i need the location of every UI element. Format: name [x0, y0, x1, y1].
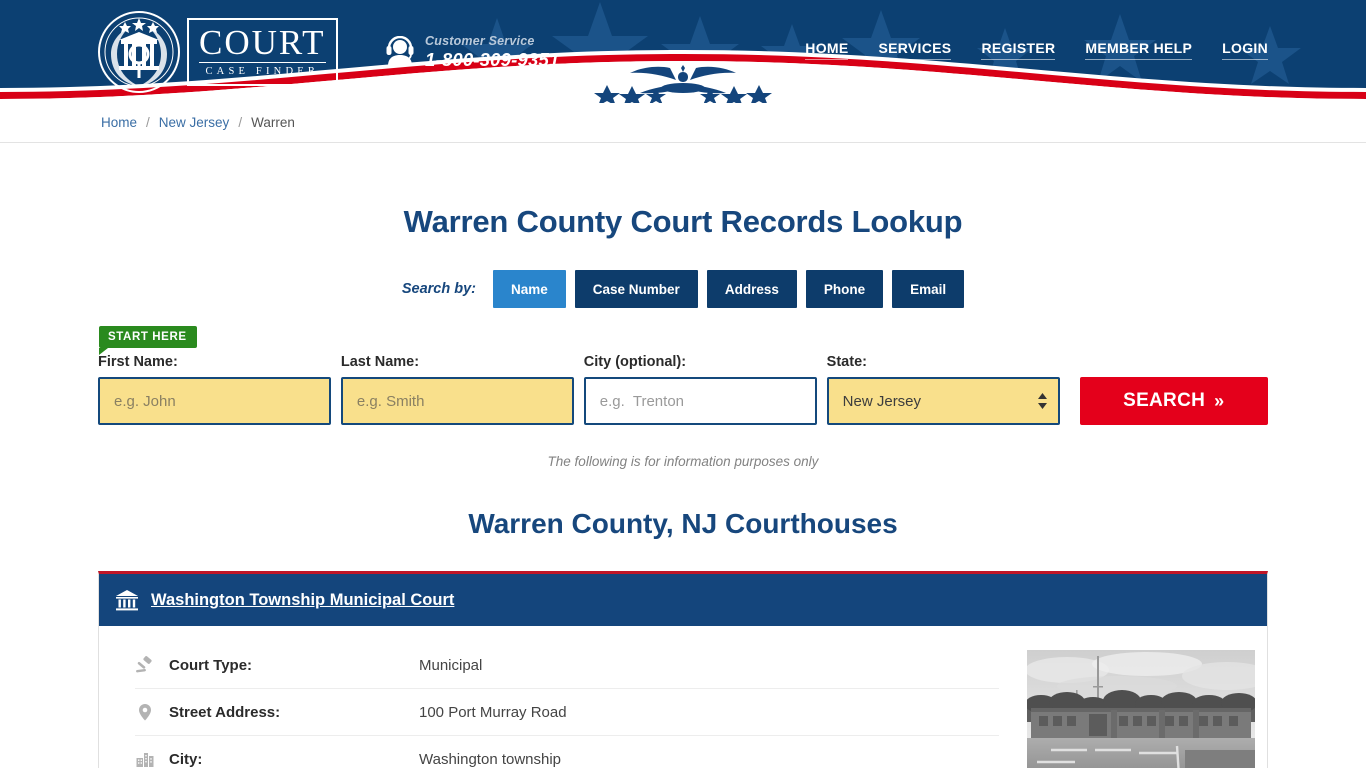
search-form: START HERE First Name: Last Name: City (… — [98, 308, 1268, 425]
customer-service-block[interactable]: Customer Service 1-800-309-9351 — [385, 34, 559, 71]
site-logo[interactable]: COURT CASE FINDER — [97, 10, 347, 94]
detail-row-street-address: Street Address: 100 Port Murray Road — [135, 689, 999, 736]
map-marker-icon — [135, 702, 169, 722]
main-navigation: HOME SERVICES REGISTER MEMBER HELP LOGIN — [805, 40, 1268, 60]
court-name-link[interactable]: Washington Township Municipal Court — [151, 591, 454, 610]
info-note: The following is for information purpose… — [547, 454, 819, 469]
detail-label-city: City: — [169, 750, 203, 768]
city-buildings-icon — [135, 749, 169, 768]
detail-value-court-type: Municipal — [419, 656, 483, 674]
search-by-tabs: Search by: Name Case Number Address Phon… — [0, 270, 1366, 308]
tab-case-number[interactable]: Case Number — [574, 270, 698, 308]
state-field-group: State: New Jersey — [826, 354, 1060, 425]
chevron-double-right-icon: » — [1214, 390, 1225, 411]
nav-login[interactable]: LOGIN — [1222, 40, 1268, 60]
search-button-label: SEARCH — [1123, 390, 1206, 411]
court-detail-list: Court Type: Municipal Street Address: 10… — [99, 642, 999, 768]
logo-wordmark: COURT CASE FINDER — [187, 18, 338, 86]
breadcrumb-item-home[interactable]: Home — [101, 115, 137, 130]
detail-row-city: City: Washington township — [135, 736, 999, 768]
breadcrumb: Home / New Jersey / Warren — [0, 103, 1366, 143]
search-fields-row: First Name: Last Name: City (optional): … — [98, 354, 1268, 425]
courthouse-photo — [1027, 650, 1255, 768]
search-by-label: Search by: — [401, 281, 476, 297]
logo-word-court: COURT — [199, 23, 326, 64]
state-select[interactable]: New Jersey — [826, 377, 1060, 425]
customer-service-label: Customer Service — [425, 34, 535, 48]
city-field-group: City (optional): — [583, 354, 817, 425]
court-card-header: Washington Township Municipal Court — [99, 574, 1267, 626]
detail-value-city: Washington township — [419, 750, 562, 768]
last-name-input[interactable] — [340, 377, 574, 425]
detail-value-street-address: 100 Port Murray Road — [419, 703, 567, 721]
detail-row-court-type: Court Type: Municipal — [135, 642, 999, 689]
breadcrumb-separator: / — [146, 115, 150, 130]
last-name-label: Last Name: — [340, 354, 420, 370]
nav-home[interactable]: HOME — [805, 40, 849, 60]
breadcrumb-item-warren: Warren — [251, 115, 295, 130]
court-card-body: Court Type: Municipal Street Address: 10… — [99, 626, 1267, 768]
detail-label-court-type: Court Type: — [169, 656, 253, 674]
city-input[interactable] — [583, 377, 817, 425]
section-title: Warren County, NJ Courthouses — [468, 508, 898, 539]
breadcrumb-item-new-jersey[interactable]: New Jersey — [159, 115, 230, 130]
last-name-field-group: Last Name: — [340, 354, 574, 425]
start-here-badge: START HERE — [99, 326, 197, 355]
gavel-icon — [135, 655, 169, 675]
search-button[interactable]: SEARCH » — [1079, 377, 1268, 425]
nav-register[interactable]: REGISTER — [981, 40, 1056, 60]
logo-word-subtitle: CASE FINDER — [205, 66, 320, 78]
page-title: Warren County Court Records Lookup — [403, 204, 963, 239]
detail-label-street-address: Street Address: — [169, 703, 281, 721]
first-name-label: First Name: — [98, 354, 178, 370]
state-label: State: — [826, 354, 867, 370]
court-photo-wrap — [1027, 642, 1255, 768]
tab-address[interactable]: Address — [706, 270, 797, 308]
tab-name[interactable]: Name — [493, 270, 566, 308]
tab-email[interactable]: Email — [892, 270, 965, 308]
court-seal-icon — [98, 11, 180, 93]
headset-support-icon — [386, 36, 414, 67]
nav-member-help[interactable]: MEMBER HELP — [1085, 40, 1193, 60]
customer-service-phone[interactable]: 1-800-309-9351 — [425, 49, 559, 70]
city-label: City (optional): — [583, 354, 687, 370]
nav-services[interactable]: SERVICES — [878, 40, 952, 60]
site-header: COURT CASE FINDER Customer Service 1-800… — [0, 0, 1366, 103]
tab-phone[interactable]: Phone — [805, 270, 884, 308]
courthouse-bank-icon — [116, 590, 138, 611]
first-name-field-group: First Name: — [98, 354, 331, 425]
first-name-input[interactable] — [98, 377, 331, 425]
breadcrumb-separator: / — [238, 115, 243, 130]
court-card: Washington Township Municipal Court Cour… — [98, 571, 1268, 768]
